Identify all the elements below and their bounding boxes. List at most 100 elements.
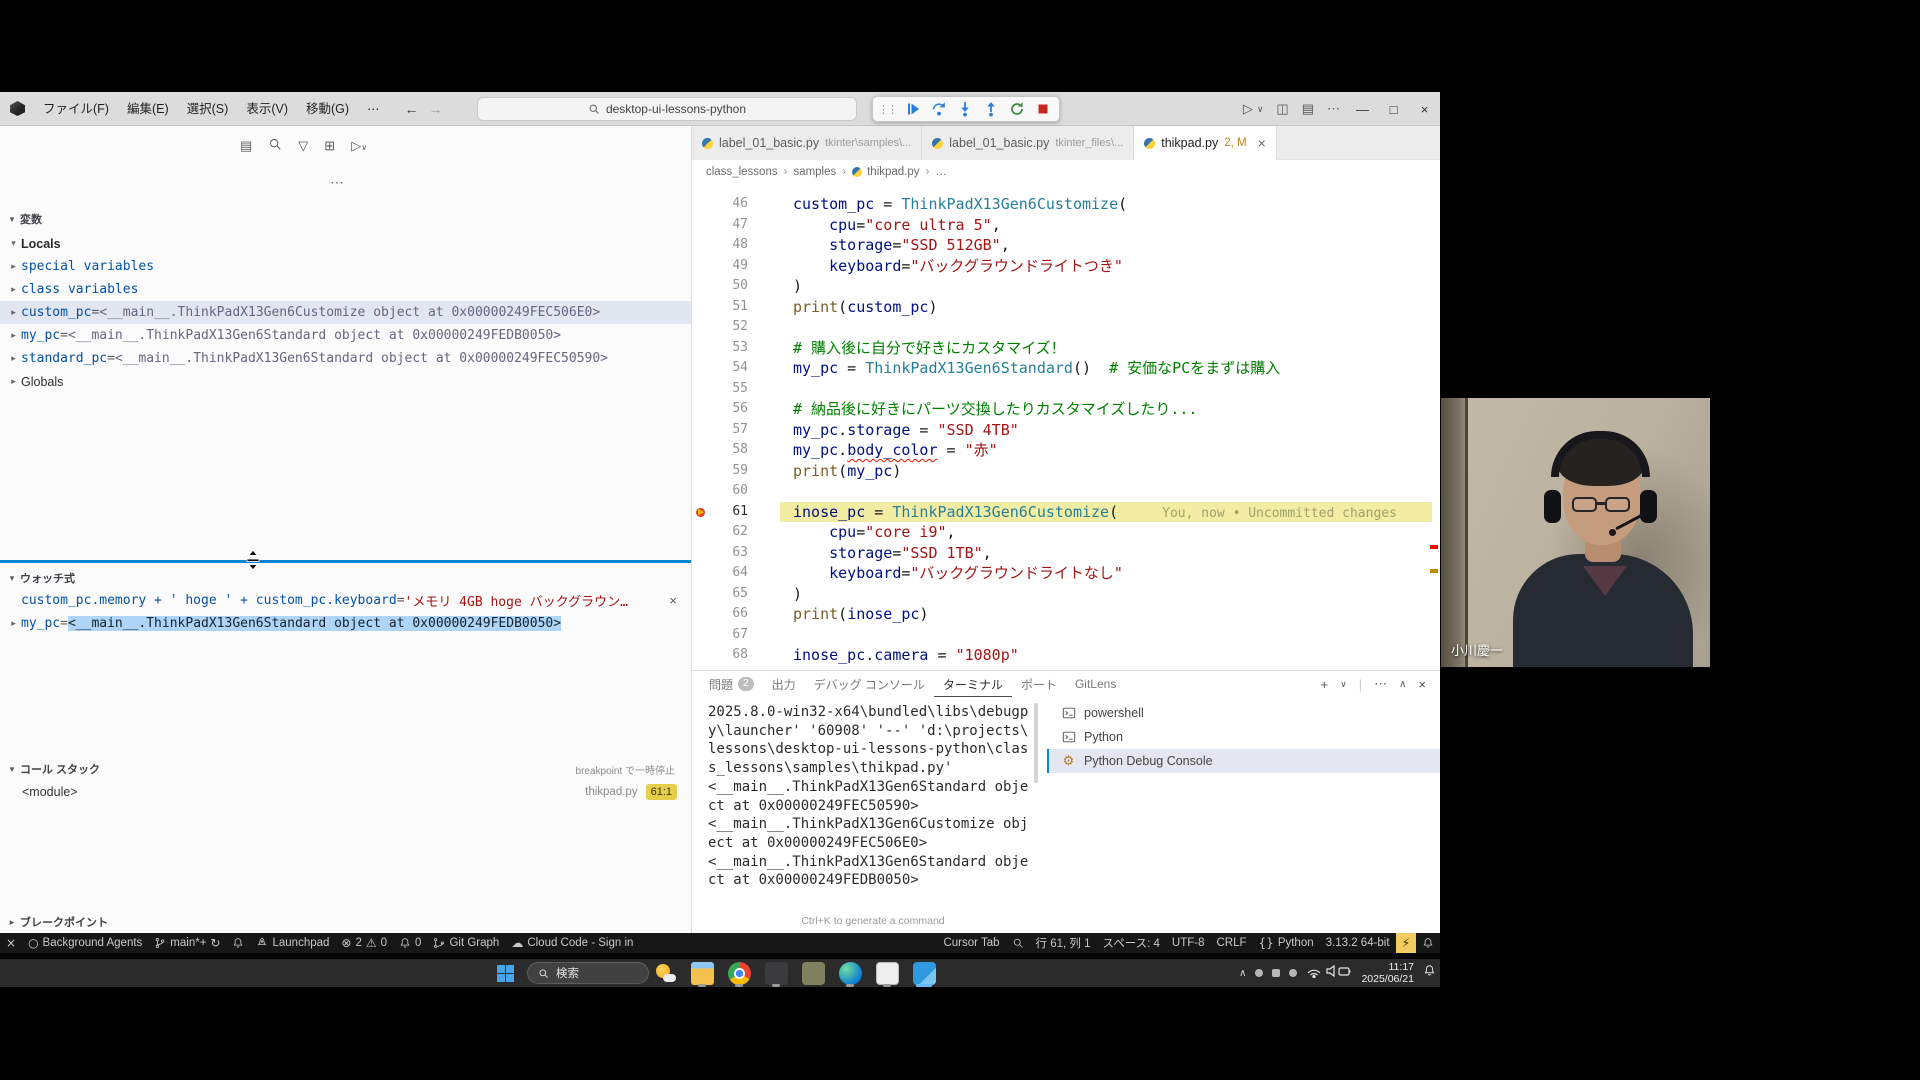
notification-bell-icon[interactable] [1423,964,1436,982]
background-agents[interactable]: ○Background Agents [22,933,148,953]
editor-tab[interactable]: label_01_basic.pytkinter_files\... [922,126,1134,160]
cloud-code[interactable]: ☁Cloud Code - Sign in [505,933,639,953]
tray-expand-icon[interactable]: ∧ [1239,968,1246,979]
taskbar-icon-app-dark[interactable] [763,961,789,987]
watch-row[interactable]: custom_pc.memory + ' hoge ' + custom_pc.… [0,589,691,612]
menu-item[interactable]: ファイル(F) [34,92,118,126]
remove-watch-icon[interactable]: × [669,593,677,608]
lightning[interactable]: ⚡ [1396,933,1416,953]
command-center-search[interactable]: desktop-ui-lessons-python [477,97,857,121]
drag-handle[interactable]: ⋮⋮ [876,103,900,116]
launchpad[interactable]: Launchpad [250,933,335,953]
taskbar-icon-vscode[interactable] [911,961,937,987]
watch-row[interactable]: ▸my_pc = <__main__.ThinkPadX13Gen6Standa… [0,612,691,635]
tray-icon[interactable] [1255,969,1263,977]
terminal-list-item[interactable]: ⚙Python Debug Console [1047,749,1440,773]
close-button[interactable]: × [1409,92,1440,126]
taskbar-search[interactable]: 検索 [527,962,649,984]
notifications[interactable] [226,933,250,953]
run-button[interactable]: ▷ [1243,101,1253,117]
split-editor-icon[interactable]: ◫ [1276,101,1288,117]
breakpoints-section-header[interactable]: ▸ ブレークポイント [0,911,691,933]
layout-more-icon[interactable]: ⋯ [1327,101,1340,117]
network-volume-battery-icons[interactable] [1306,964,1352,983]
search-icon[interactable] [268,137,282,154]
breadcrumb-item[interactable]: samples [793,166,836,178]
scope-globals[interactable]: ▸Globals [0,370,691,393]
indentation[interactable]: スペース: 4 [1097,933,1166,953]
tray-icon[interactable] [1272,969,1280,977]
minimize-button[interactable]: — [1347,92,1378,126]
panel-tab[interactable]: デバッグ コンソール [805,671,934,697]
git-branch[interactable]: main*+↻ [148,933,226,953]
zoom-indicator[interactable] [1006,933,1030,953]
toggle-panel-icon[interactable]: ▤ [1302,101,1314,117]
debug-step-over-button[interactable] [926,98,952,120]
terminal-list-item[interactable]: powershell [1047,701,1440,725]
menu-item[interactable]: 選択(S) [178,92,238,126]
eol[interactable]: CRLF [1211,933,1253,953]
watch-section-header[interactable]: ▾ ウォッチ式 [0,567,691,589]
callstack-section-header[interactable]: ▾ コール スタック breakpoint で一時停止 [0,758,691,780]
panel-tab[interactable]: 問題2 [700,671,763,697]
start-button[interactable] [496,964,514,982]
git-graph[interactable]: Git Graph [427,933,505,953]
menu-item[interactable]: ⋯ [358,92,389,126]
editor-tab[interactable]: label_01_basic.pytkinter\samples\... [692,126,922,160]
encoding[interactable]: UTF-8 [1166,933,1211,953]
bell-count[interactable]: 0 [393,933,427,953]
taskbar-icon-weather[interactable] [652,961,678,987]
maximize-button[interactable]: □ [1378,92,1409,126]
panel-tab[interactable]: ポート [1012,671,1066,697]
breadcrumb-item[interactable]: … [935,166,947,178]
terminal-scrollbar[interactable] [1034,703,1038,783]
run-icon[interactable]: ▷∨ [351,138,367,154]
more-actions-icon[interactable]: ⋯ [1374,676,1387,692]
taskbar-icon-app-olive[interactable] [800,961,826,987]
back-arrow-icon[interactable]: ← [405,101,419,117]
alert[interactable] [1416,933,1440,953]
terminal-list-item[interactable]: Python [1047,725,1440,749]
remote-indicator[interactable]: × [0,933,22,953]
close-icon[interactable]: × [1258,135,1266,151]
taskbar-icon-app-light[interactable] [874,961,900,987]
variable-row[interactable]: ▸standard_pc = <__main__.ThinkPadX13Gen6… [0,347,691,370]
taskbar-icon-edge[interactable] [837,961,863,987]
cursor-position[interactable]: 行 61, 列 1 [1030,933,1097,953]
panel-tab[interactable]: ターミナル [934,671,1012,697]
callstack-frame[interactable]: <module>thikpad.py61:1 [0,780,691,803]
breadcrumb-item[interactable]: class_lessons [706,166,778,178]
debug-step-out-button[interactable] [978,98,1004,120]
section-resize-sash[interactable] [0,560,691,563]
variable-row[interactable]: ▸my_pc = <__main__.ThinkPadX13Gen6Standa… [0,324,691,347]
taskbar-clock[interactable]: 11:17 2025/06/21 [1361,961,1414,985]
tray-icon[interactable] [1289,969,1297,977]
terminal-dropdown-icon[interactable]: ∨ [1340,679,1347,690]
variables-section-header[interactable]: ▾ 変数 [0,208,691,230]
variable-row[interactable]: ▸special variables [0,255,691,278]
taskbar-icon-chrome[interactable] [726,961,752,987]
scope-locals[interactable]: ▾Locals [0,232,691,255]
forward-arrow-icon[interactable]: → [429,101,443,117]
problems[interactable]: ⊗2⚠0 [335,933,393,953]
list-icon[interactable]: ▤ [240,138,252,154]
filter-icon[interactable]: ▽ [298,138,308,154]
code-editor[interactable]: 46474849505152535455565758596061▶6263646… [692,184,1440,670]
debug-continue-button[interactable] [900,98,926,120]
taskbar-icon-explorer[interactable] [689,961,715,987]
variable-row[interactable]: ▸class variables [0,278,691,301]
debug-stop-button[interactable] [1030,98,1056,120]
menu-item[interactable]: 表示(V) [237,92,297,126]
python-version[interactable]: 3.13.2 64-bit [1320,933,1396,953]
editor-tab[interactable]: thikpad.py2, M× [1134,126,1277,160]
new-terminal-icon[interactable]: + [1321,677,1329,692]
cursor-tab[interactable]: Cursor Tab [937,933,1005,953]
language-mode[interactable]: {}Python [1253,933,1320,953]
run-dropdown-icon[interactable]: ∨ [1257,104,1264,115]
maximize-panel-icon[interactable]: ∧ [1399,679,1406,690]
close-panel-icon[interactable]: × [1418,677,1426,692]
menu-item[interactable]: 移動(G) [297,92,358,126]
more-actions-icon[interactable]: ⋯ [330,174,344,191]
panel-tab[interactable]: GitLens [1066,671,1125,697]
menu-item[interactable]: 編集(E) [118,92,178,126]
